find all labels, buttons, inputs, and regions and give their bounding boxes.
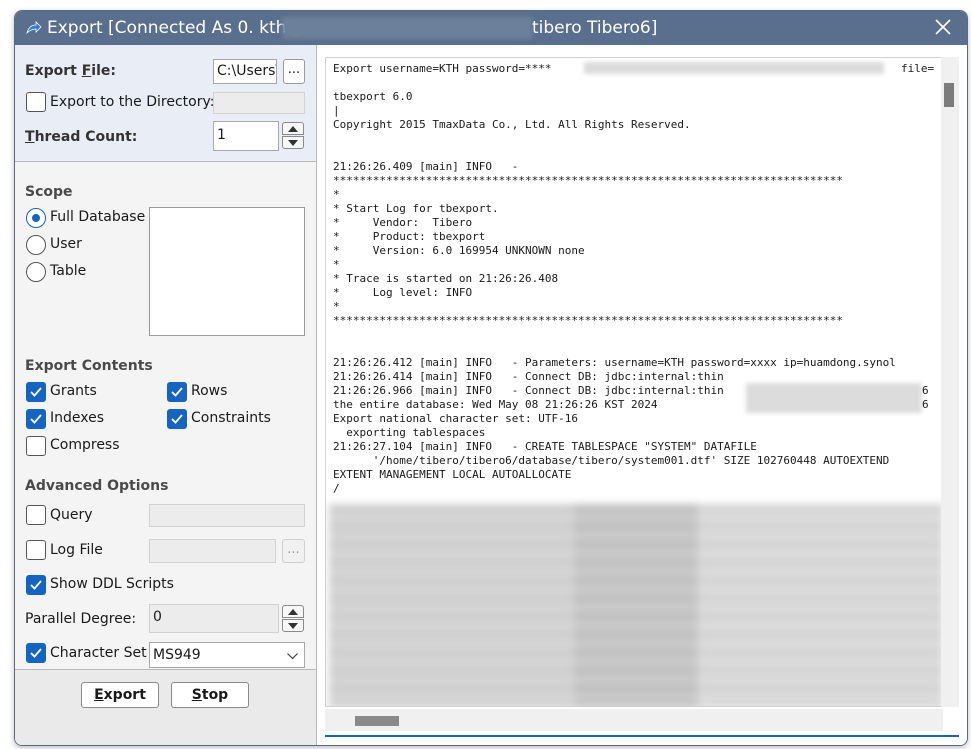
scope-title: Scope [25,184,73,200]
export-dir-checkbox[interactable] [26,92,46,112]
compress-label: Compress [50,437,120,453]
checkmark-icon [171,387,183,397]
redacted-host [282,17,532,39]
export-file-browse-button[interactable]: ... [283,59,305,84]
show-ddl-label: Show DDL Scripts [50,576,174,592]
rows-label: Rows [191,383,228,399]
log-file-browse-button[interactable]: ... [282,539,305,563]
log-file-checkbox[interactable] [26,540,46,560]
thread-count-label: Thread Count: [25,129,138,145]
stepper-up-button[interactable] [282,122,304,135]
scope-radio-table[interactable] [26,262,46,282]
scrollbar-thumb[interactable] [944,83,954,107]
scope-radio-user[interactable] [26,235,46,255]
checkmark-icon [30,580,42,590]
scrollbar-thumb[interactable] [355,716,399,726]
character-set-value: MS949 [153,647,201,663]
constraints-label: Constraints [191,410,271,426]
export-contents-title: Export Contents [25,358,153,374]
character-set-select[interactable]: MS949 [149,642,305,668]
log-pane: Export username=KTH password=**** file= … [318,45,967,745]
title-bar[interactable]: Export [Connected As 0. kth@ tibero Tibe… [15,11,967,45]
triangle-down-icon [288,623,298,629]
checkmark-icon [30,648,42,658]
scope-label-table: Table [50,263,87,279]
indexes-label: Indexes [50,410,105,426]
options-pane: Export File: C:\Users\ ... Export to the… [15,45,317,745]
log-vertical-scrollbar[interactable] [941,57,959,707]
stepper-down-button[interactable] [282,619,304,632]
window-title-prefix: Export [Connected As 0. kth@ [47,18,304,38]
export-dialog: Export [Connected As 0. kth@ tibero Tibe… [14,10,968,746]
scope-object-list[interactable] [149,207,305,336]
redacted-text [746,383,922,413]
log-first-line-suffix: file= [901,62,935,75]
export-arrow-icon [26,21,42,35]
log-horizontal-scrollbar[interactable] [325,709,943,731]
query-label: Query [50,507,93,523]
export-file-input[interactable]: C:\Users\ [213,59,277,84]
checkmark-icon [30,387,42,397]
triangle-up-icon [288,126,298,132]
log-line-end-2: 6 [922,398,929,411]
parallel-degree-input[interactable]: 0 [149,604,279,633]
query-checkbox[interactable] [26,505,46,525]
log-text: tbexport 6.0 | Copyright 2015 TmaxData C… [333,90,896,495]
log-file-input[interactable] [149,539,276,563]
scope-label-user: User [50,236,82,252]
indexes-checkbox[interactable] [26,409,46,429]
rows-checkbox[interactable] [167,382,187,402]
query-input[interactable] [149,504,305,527]
export-dir-input[interactable] [213,92,305,114]
grants-checkbox[interactable] [26,382,46,402]
parallel-degree-stepper[interactable] [282,605,304,632]
character-set-label: Character Set [50,645,147,661]
checkmark-icon [30,414,42,424]
stop-button[interactable]: Stop [171,682,249,708]
chevron-down-icon [287,653,298,660]
show-ddl-checkbox[interactable] [26,575,46,595]
file-section: Export File: C:\Users\ ... Export to the… [15,45,316,162]
triangle-down-icon [288,140,298,146]
scope-label-full-database: Full Database [50,209,146,225]
parallel-degree-label: Parallel Degree: [25,611,137,627]
export-file-label: Export File: [25,63,116,79]
thread-count-input[interactable]: 1 [213,121,279,151]
compress-checkbox[interactable] [26,436,46,456]
stepper-down-button[interactable] [282,136,304,149]
log-line-end-1: 6 [922,384,929,397]
action-bar: Export Stop [15,669,316,745]
stepper-up-button[interactable] [282,605,304,618]
triangle-up-icon [288,609,298,615]
log-output[interactable]: Export username=KTH password=**** file= … [325,57,943,707]
thread-count-stepper[interactable] [282,122,304,149]
export-button[interactable]: Export [81,682,159,708]
blurred-log-region [329,504,942,706]
log-file-label: Log File [50,542,103,558]
constraints-checkbox[interactable] [167,409,187,429]
window-title-suffix: tibero Tibero6] [532,18,658,38]
advanced-options-title: Advanced Options [25,478,169,494]
focus-underline [325,735,959,737]
export-dir-label: Export to the Directory: [50,94,215,110]
scope-radio-full-database[interactable] [26,208,46,228]
grants-label: Grants [50,383,97,399]
character-set-checkbox[interactable] [26,643,46,663]
close-icon[interactable] [925,14,961,42]
checkmark-icon [171,414,183,424]
